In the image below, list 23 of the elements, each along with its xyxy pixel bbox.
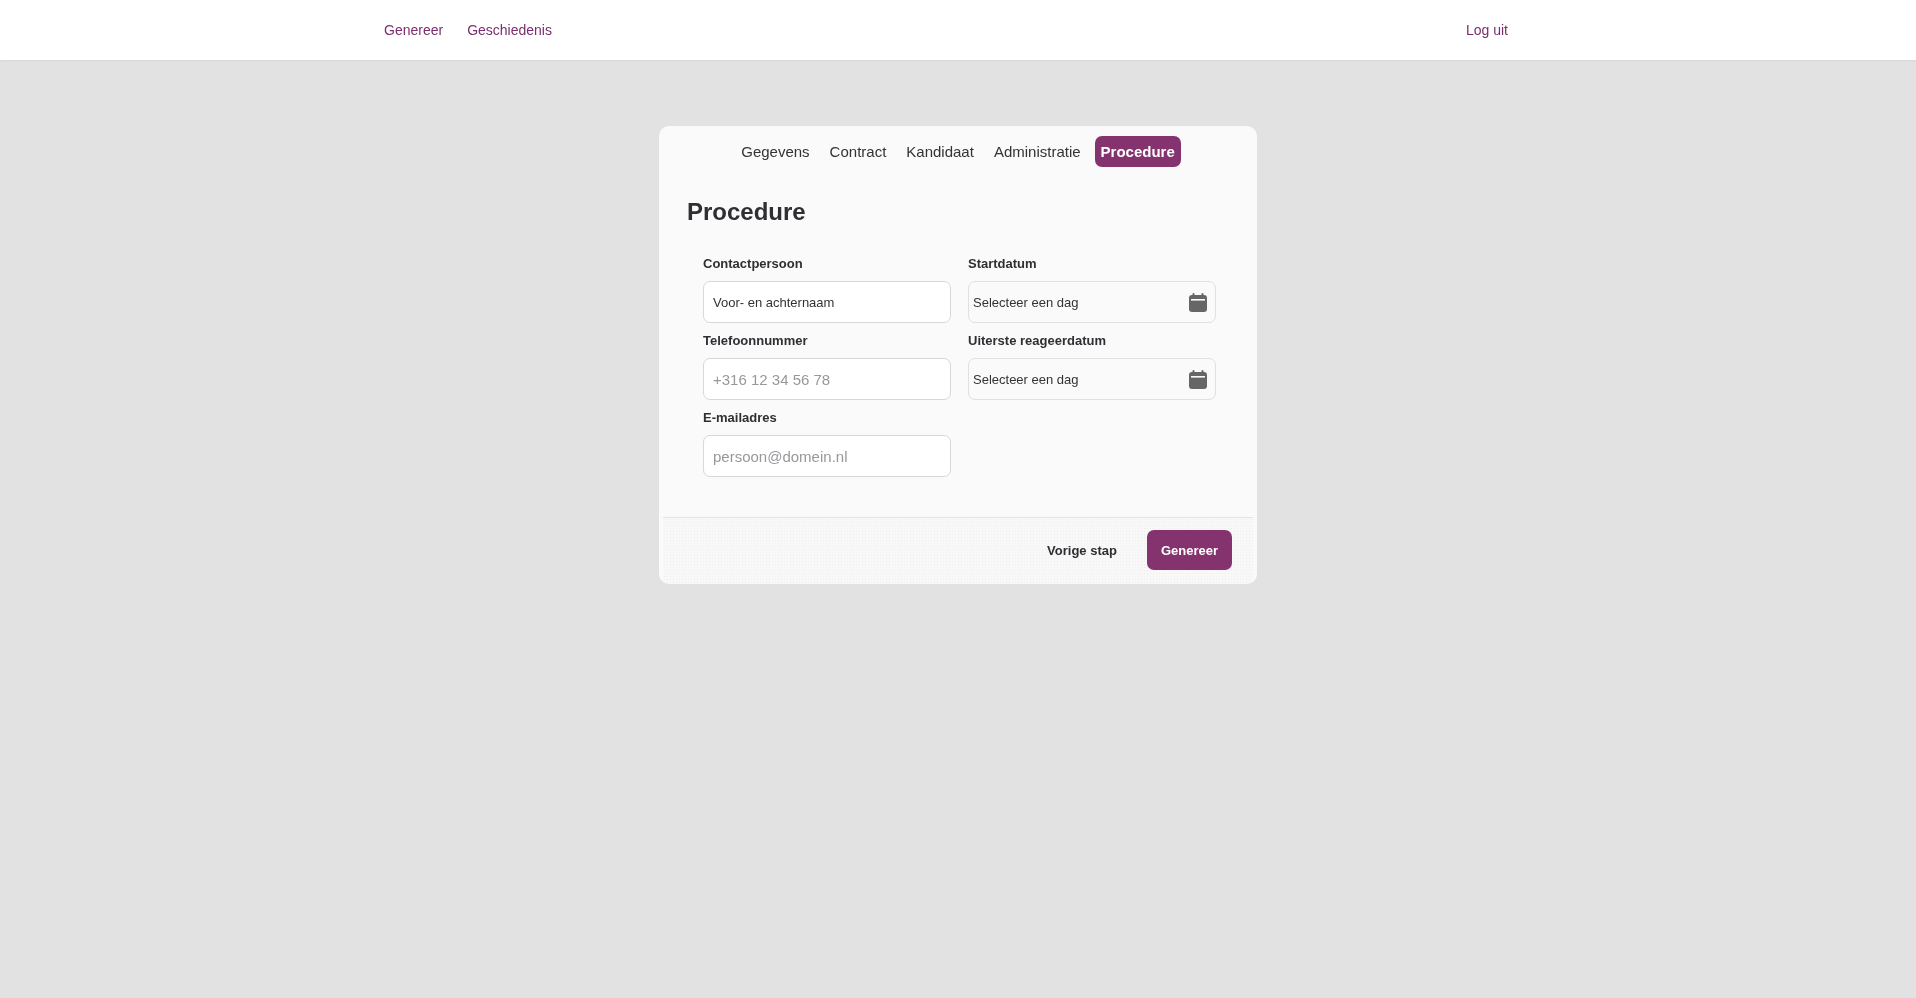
calendar-icon [1189, 292, 1207, 312]
text-input[interactable]: +316 12 34 56 78 [703, 358, 951, 400]
generate-button[interactable]: Genereer [1146, 530, 1232, 570]
field-label: Startdatum [968, 255, 1038, 272]
nav-link[interactable]: Geschiedenis [467, 22, 552, 38]
calendar-icon [1189, 369, 1207, 389]
field-label: Contactpersoon [703, 255, 804, 272]
step-tab[interactable]: Procedure [1094, 136, 1181, 167]
field-label: Telefoonnummer [703, 332, 809, 349]
date-picker-field[interactable]: Selecteer een dag [968, 358, 1216, 400]
field-label: E-mailadres [703, 409, 778, 426]
form-title: Procedure [687, 197, 807, 227]
text-input[interactable]: Voor- en achternaam [703, 281, 951, 323]
step-tab[interactable]: Contract [823, 136, 893, 167]
logout-button[interactable]: Log uit [1449, 14, 1524, 46]
date-picker-field[interactable]: Selecteer een dag [968, 281, 1216, 323]
step-tab[interactable]: Administratie [987, 136, 1087, 167]
text-input[interactable]: persoon@domein.nl [703, 435, 951, 477]
field-label: Uiterste reageerdatum [968, 332, 1107, 349]
nav-link[interactable]: Genereer [384, 22, 444, 38]
step-tab[interactable]: Gegevens [735, 136, 816, 167]
back-button[interactable]: Vorige stap [1031, 530, 1133, 570]
step-tab[interactable]: Kandidaat [900, 136, 980, 167]
